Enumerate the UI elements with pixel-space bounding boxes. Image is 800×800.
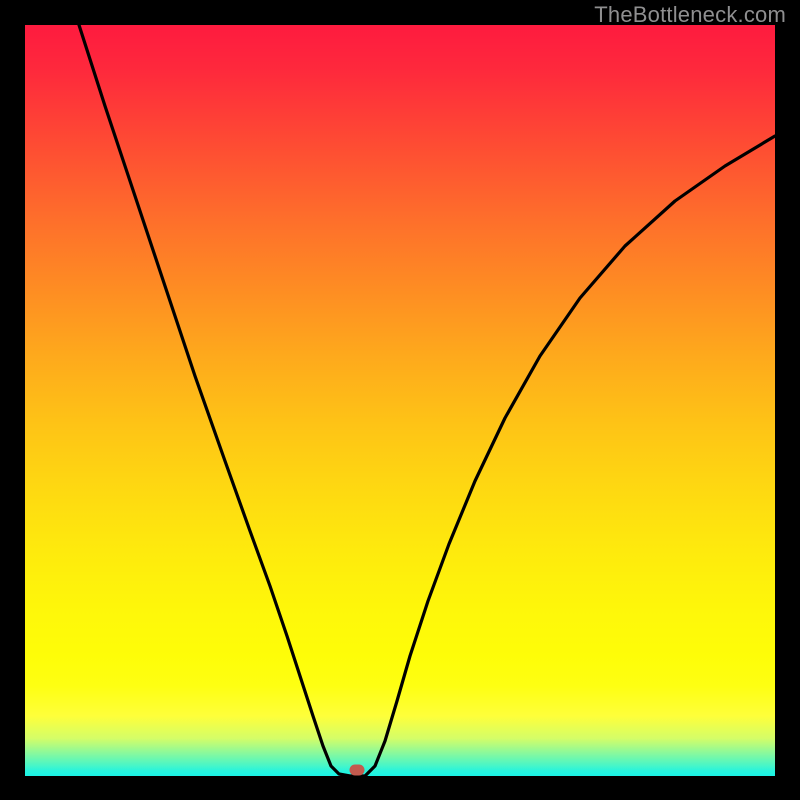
chart-frame: TheBottleneck.com	[0, 0, 800, 800]
optimal-point-marker	[350, 765, 365, 776]
bottleneck-curve	[25, 25, 775, 776]
plot-area	[25, 25, 775, 776]
